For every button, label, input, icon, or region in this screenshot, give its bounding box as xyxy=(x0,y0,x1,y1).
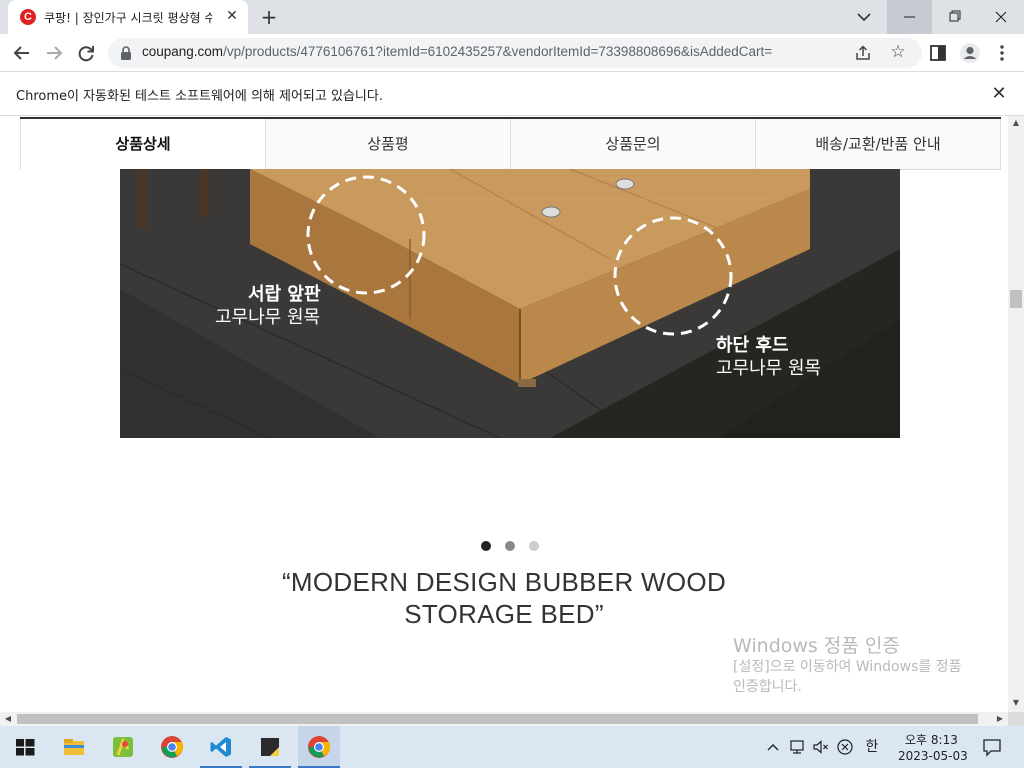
share-icon[interactable] xyxy=(854,44,872,62)
windows-taskbar: 한 오후 8:13 2023-05-03 xyxy=(0,726,1024,768)
ime-indicator[interactable]: 한 xyxy=(861,737,883,757)
horizontal-scroll-thumb[interactable] xyxy=(17,714,978,724)
back-arrow-icon[interactable] xyxy=(8,39,36,67)
product-headline: “MODERN DESIGN BUBBER WOOD STORAGE BED” xyxy=(220,566,788,630)
page-content: 상품상세 상품평 상품문의 배송/교환/반품 안내 서랍 앞판 고무나무 원목 … xyxy=(0,116,1008,712)
scroll-right-icon[interactable]: ▶ xyxy=(992,712,1008,726)
status-blocked-icon[interactable] xyxy=(834,737,856,757)
headline-line-2: STORAGE BED” xyxy=(404,599,604,629)
infobar-close-icon[interactable]: ✕ xyxy=(988,83,1010,105)
clock-time[interactable]: 오후 8:13 xyxy=(905,731,958,748)
tab-shipping-returns[interactable]: 배송/교환/반품 안내 xyxy=(755,119,1001,170)
menu-kebab-icon[interactable] xyxy=(988,39,1016,67)
carousel-dot-3[interactable] xyxy=(529,541,539,551)
vertical-scrollbar[interactable]: ▲ ▼ xyxy=(1008,116,1024,712)
new-tab-button[interactable]: + xyxy=(256,4,282,30)
carousel-dot-2[interactable] xyxy=(505,541,515,551)
infobar-text: Chrome이 자동화된 테스트 소프트웨어에 의해 제어되고 있습니다. xyxy=(16,89,383,104)
side-panel-icon[interactable] xyxy=(924,39,952,67)
sticky-notes-icon[interactable] xyxy=(249,726,291,768)
file-explorer-icon[interactable] xyxy=(53,726,95,768)
browser-toolbar: coupang.com/vp/products/4776106761?itemI… xyxy=(0,34,1024,72)
scroll-down-icon[interactable]: ▼ xyxy=(1008,696,1024,710)
activation-watermark-line-2: 인증합니다. xyxy=(733,679,802,695)
scroll-up-icon[interactable]: ▲ xyxy=(1008,116,1024,130)
vscode-icon[interactable] xyxy=(200,726,242,768)
chrome-active-icon[interactable] xyxy=(298,726,340,768)
clock-date[interactable]: 2023-05-03 xyxy=(898,749,968,763)
scrollbar-corner xyxy=(1008,712,1024,726)
tab-reviews[interactable]: 상품평 xyxy=(265,119,511,170)
volume-muted-icon[interactable] xyxy=(810,737,832,757)
map-app-icon[interactable] xyxy=(102,726,144,768)
lock-icon[interactable] xyxy=(118,45,134,61)
forward-arrow-icon[interactable] xyxy=(40,39,68,67)
label-bottom-hood-sub: 고무나무 원목 xyxy=(716,358,822,379)
activation-watermark-title: Windows 정품 인증 xyxy=(733,635,900,657)
window-minimize-button[interactable] xyxy=(887,0,932,34)
automation-infobar: Chrome이 자동화된 테스트 소프트웨어에 의해 제어되고 있습니다. ✕ xyxy=(0,72,1024,116)
label-drawer-front-sub: 고무나무 원목 xyxy=(215,307,321,328)
tab-inquiries[interactable]: 상품문의 xyxy=(510,119,756,170)
address-bar[interactable]: coupang.com/vp/products/4776106761?itemI… xyxy=(108,38,922,68)
network-icon[interactable] xyxy=(787,737,809,757)
window-close-button[interactable] xyxy=(978,0,1024,34)
url-domain: coupang.com xyxy=(142,44,224,59)
reload-icon[interactable] xyxy=(72,39,100,67)
tray-chevron-up-icon[interactable] xyxy=(764,737,782,757)
url-text[interactable]: coupang.com/vp/products/4776106761?itemI… xyxy=(142,44,772,59)
profile-avatar-icon[interactable] xyxy=(956,39,984,67)
scroll-left-icon[interactable]: ◀ xyxy=(0,712,16,726)
browser-tab[interactable]: C 쿠팡! | 장인가구 시크릿 평상형 수납 침대 ✕ xyxy=(8,0,248,34)
tab-search-chevron-icon[interactable] xyxy=(852,5,876,29)
product-image: 서랍 앞판 고무나무 원목 하단 후드 고무나무 원목 xyxy=(120,169,900,438)
vertical-scroll-thumb[interactable] xyxy=(1010,290,1022,308)
horizontal-scrollbar[interactable]: ◀ ▶ xyxy=(0,712,1008,726)
url-path: /vp/products/4776106761?itemId=610243525… xyxy=(223,44,773,59)
coupang-favicon-icon: C xyxy=(20,9,36,25)
product-detail-tabs: 상품상세 상품평 상품문의 배송/교환/반품 안내 xyxy=(20,117,1001,170)
tab-strip: C 쿠팡! | 장인가구 시크릿 평상형 수납 침대 ✕ + xyxy=(0,0,1024,34)
activation-watermark-line-1: [설정]으로 이동하여 Windows를 정품 xyxy=(733,659,962,675)
tab-product-detail[interactable]: 상품상세 xyxy=(20,119,266,170)
headline-line-1: “MODERN DESIGN BUBBER WOOD xyxy=(281,567,727,597)
window-restore-button[interactable] xyxy=(932,0,978,34)
chrome-icon[interactable] xyxy=(151,726,193,768)
bookmark-star-icon[interactable]: ☆ xyxy=(888,42,908,62)
tab-close-icon[interactable]: ✕ xyxy=(222,6,242,26)
tab-title: 쿠팡! | 장인가구 시크릿 평상형 수납 침대 xyxy=(44,11,212,25)
notification-center-icon[interactable] xyxy=(980,737,1004,757)
start-button[interactable] xyxy=(4,726,46,768)
carousel-dot-1[interactable] xyxy=(481,541,491,551)
